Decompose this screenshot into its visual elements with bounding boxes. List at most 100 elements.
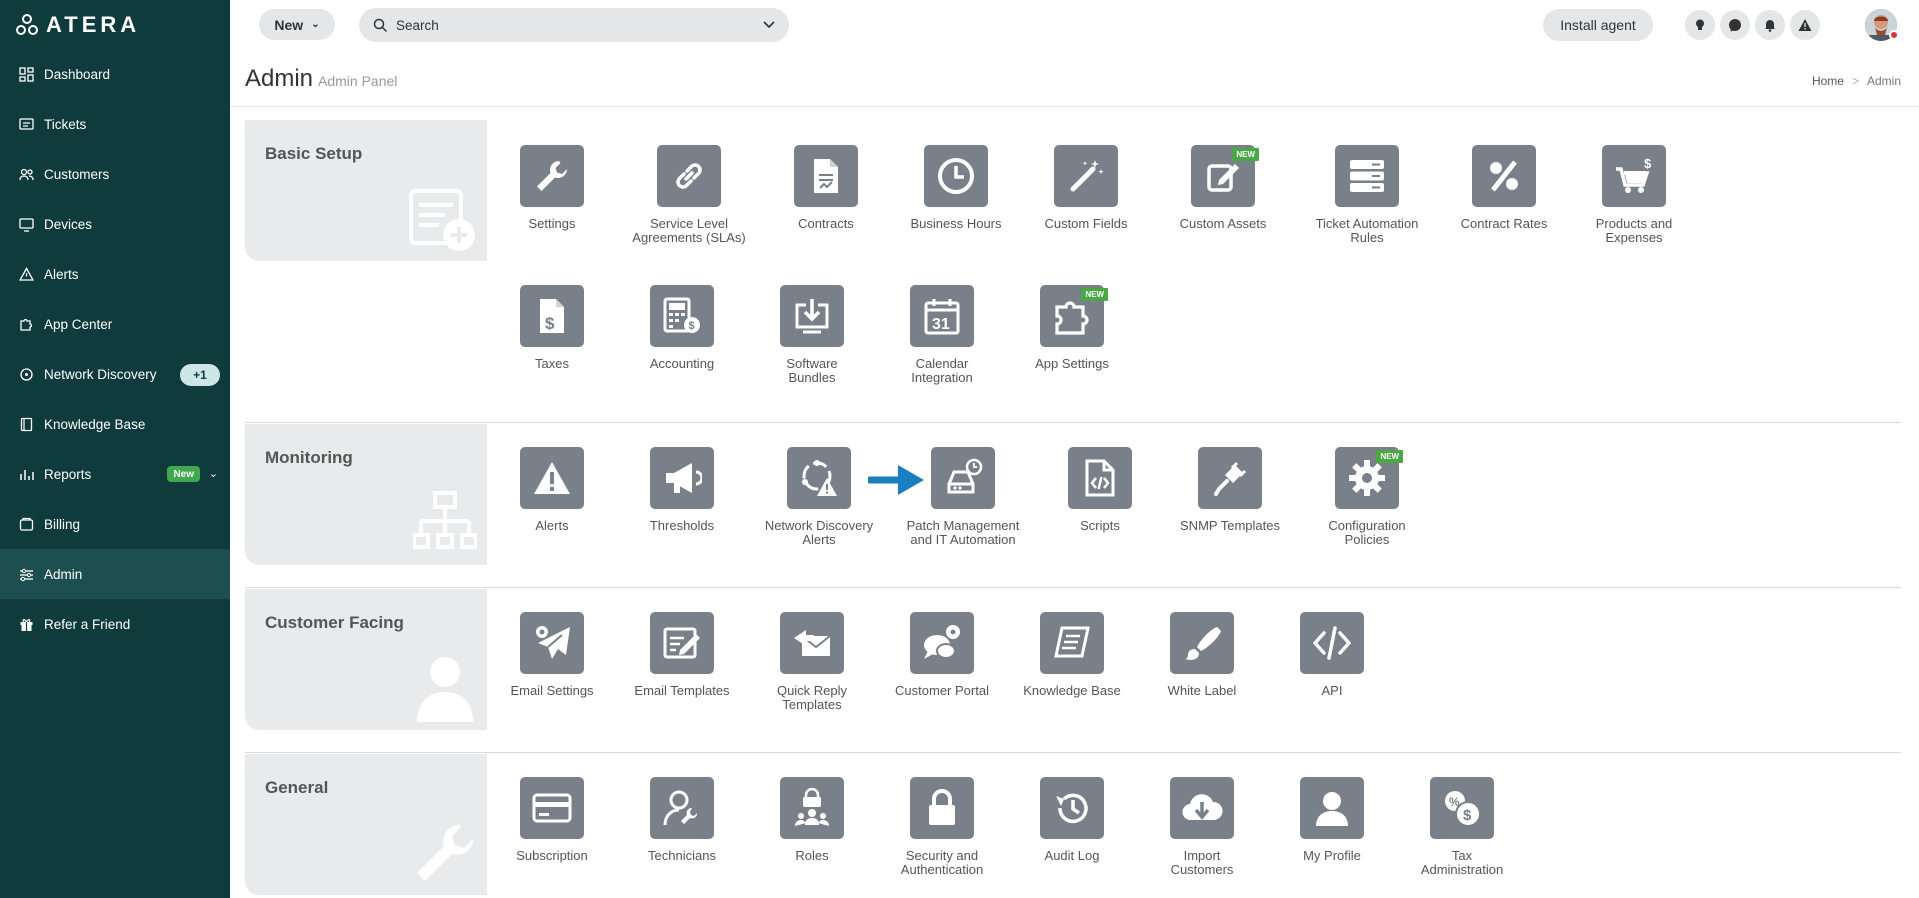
tile-email-templates[interactable]: Email Templates	[622, 612, 742, 698]
tile-label: App Settings	[1035, 356, 1109, 371]
puzzle-icon	[1055, 301, 1089, 335]
tile-custom-assets[interactable]: NEW Custom Assets	[1163, 145, 1283, 231]
tile-label: Contracts	[798, 216, 854, 231]
sidebar-item-reports[interactable]: Reports New ⌄	[0, 449, 230, 499]
tile-tax-administration[interactable]: % $ Tax Administration	[1402, 777, 1522, 877]
sidebar-item-app-center[interactable]: App Center	[0, 299, 230, 349]
tile-calendar-integration[interactable]: 31 Calendar Integration	[882, 285, 1002, 385]
book-icon	[1054, 626, 1090, 658]
plug-icon	[1214, 461, 1247, 496]
search-bar[interactable]	[359, 8, 789, 42]
tile-taxes[interactable]: $ Taxes	[492, 285, 612, 371]
tile-accounting[interactable]: $ Accounting	[622, 285, 742, 371]
sidebar-item-devices[interactable]: Devices	[0, 199, 230, 249]
chat-gear-icon	[924, 625, 960, 659]
alert-triangle-icon	[18, 266, 34, 282]
sidebar-item-admin[interactable]: Admin	[0, 549, 230, 599]
atera-logo[interactable]: ATERA	[16, 12, 140, 38]
gear-icon	[1349, 460, 1385, 496]
tile-audit-log[interactable]: Audit Log	[1012, 777, 1132, 863]
tile-products-and-expenses[interactable]: $ Products and Expenses	[1574, 145, 1694, 245]
warning-icon[interactable]	[1790, 10, 1820, 40]
puzzle-icon	[18, 316, 34, 332]
logo-text: ATERA	[46, 12, 141, 37]
tax-doc-icon: $	[540, 299, 564, 333]
tile-settings[interactable]: Settings	[492, 145, 612, 231]
tile-snmp-templates[interactable]: SNMP Templates	[1170, 447, 1290, 533]
tile-business-hours[interactable]: Business Hours	[896, 145, 1016, 231]
breadcrumb-admin: Admin	[1866, 74, 1901, 88]
tile-knowledge-base[interactable]: Knowledge Base	[1012, 612, 1132, 698]
tile-network-discovery-alerts[interactable]: Network Discovery Alerts	[759, 447, 879, 547]
tile-my-profile[interactable]: My Profile	[1272, 777, 1392, 863]
tile-subscription[interactable]: Subscription	[492, 777, 612, 863]
tile-patch-management[interactable]: Patch Management and IT Automation	[903, 447, 1023, 547]
tile-white-label[interactable]: White Label	[1142, 612, 1262, 698]
svg-text:$: $	[545, 314, 555, 333]
tile-thresholds[interactable]: Thresholds	[622, 447, 742, 533]
tile-alerts[interactable]: Alerts	[492, 447, 612, 533]
credit-card-icon	[532, 793, 572, 823]
tile-configuration-policies[interactable]: NEW Configuration Policies	[1307, 447, 1427, 547]
sidebar-item-dashboard[interactable]: Dashboard	[0, 49, 230, 99]
technician-icon	[663, 790, 698, 826]
section-title: Monitoring	[265, 448, 353, 467]
tile-contracts[interactable]: Contracts	[766, 145, 886, 231]
new-badge: New	[167, 466, 200, 482]
tile-label: Custom Fields	[1044, 216, 1128, 231]
breadcrumb-home[interactable]: Home	[1812, 74, 1844, 88]
tile-technicians[interactable]: Technicians	[622, 777, 742, 863]
tile-import-customers[interactable]: Import Customers	[1142, 777, 1262, 877]
tile-customer-portal[interactable]: Customer Portal	[882, 612, 1002, 698]
section-header: Customer Facing	[245, 589, 487, 730]
top-bar: New ⌄ Install agent	[230, 0, 1919, 50]
tile-api[interactable]: API	[1272, 612, 1392, 698]
bell-icon[interactable]	[1755, 10, 1785, 40]
sidebar-item-billing[interactable]: Billing	[0, 499, 230, 549]
tile-label: My Profile	[1303, 848, 1361, 863]
sidebar-item-alerts[interactable]: Alerts	[0, 249, 230, 299]
tile-label: Audit Log	[1044, 848, 1100, 863]
sidebar-item-label: Reports	[44, 466, 92, 482]
tile-quick-reply-templates[interactable]: Quick Reply Templates	[752, 612, 872, 712]
tile-software-bundles[interactable]: Software Bundles	[752, 285, 872, 385]
tile-email-settings[interactable]: Email Settings	[492, 612, 612, 698]
clock-icon	[938, 158, 974, 194]
network-discovery-badge: +1	[180, 364, 220, 386]
reports-icon	[18, 466, 34, 482]
page-title: Admin	[245, 65, 314, 92]
tile-custom-fields[interactable]: Custom Fields	[1026, 145, 1146, 231]
sidebar-item-label: Billing	[44, 516, 81, 532]
chevron-down-icon[interactable]: ⌄	[209, 467, 218, 480]
brush-icon	[1185, 627, 1221, 660]
install-agent-button[interactable]: Install agent	[1543, 9, 1653, 41]
sidebar-item-label: App Center	[44, 316, 113, 332]
tile-slas[interactable]: Service Level Agreements (SLAs)	[629, 145, 749, 245]
tile-scripts[interactable]: Scripts	[1040, 447, 1160, 533]
network-alert-icon	[802, 460, 837, 496]
section-title: Basic Setup	[265, 144, 363, 163]
new-button[interactable]: New ⌄	[259, 9, 335, 40]
sidebar-item-refer-a-friend[interactable]: Refer a Friend	[0, 599, 230, 649]
sidebar-item-tickets[interactable]: Tickets	[0, 99, 230, 149]
tile-label: Calendar Integration	[911, 356, 973, 385]
search-input[interactable]	[396, 17, 763, 33]
svg-text:$: $	[1644, 157, 1652, 171]
tile-roles[interactable]: Roles	[752, 777, 872, 863]
tile-app-settings[interactable]: NEW App Settings	[1012, 285, 1132, 371]
sidebar-item-knowledge-base[interactable]: Knowledge Base	[0, 399, 230, 449]
tile-contract-rates[interactable]: Contract Rates	[1444, 145, 1564, 231]
sidebar-item-customers[interactable]: Customers	[0, 149, 230, 199]
page-header: Admin Admin Panel Home > Admin	[230, 50, 1919, 107]
envelope-reply-icon	[794, 630, 831, 656]
billing-icon	[18, 516, 34, 532]
chat-icon[interactable]	[1720, 10, 1750, 40]
chevron-down-icon[interactable]	[763, 21, 775, 29]
tile-ticket-automation-rules[interactable]: Ticket Automation Rules	[1307, 145, 1427, 245]
tax-coins-icon: %$	[1445, 791, 1481, 827]
tile-security-and-authentication[interactable]: Security and Authentication	[882, 777, 1002, 877]
sidebar-item-network-discovery[interactable]: Network Discovery +1	[0, 349, 230, 399]
lightbulb-icon[interactable]	[1685, 10, 1715, 40]
roles-icon	[795, 788, 829, 826]
search-icon	[373, 18, 388, 32]
